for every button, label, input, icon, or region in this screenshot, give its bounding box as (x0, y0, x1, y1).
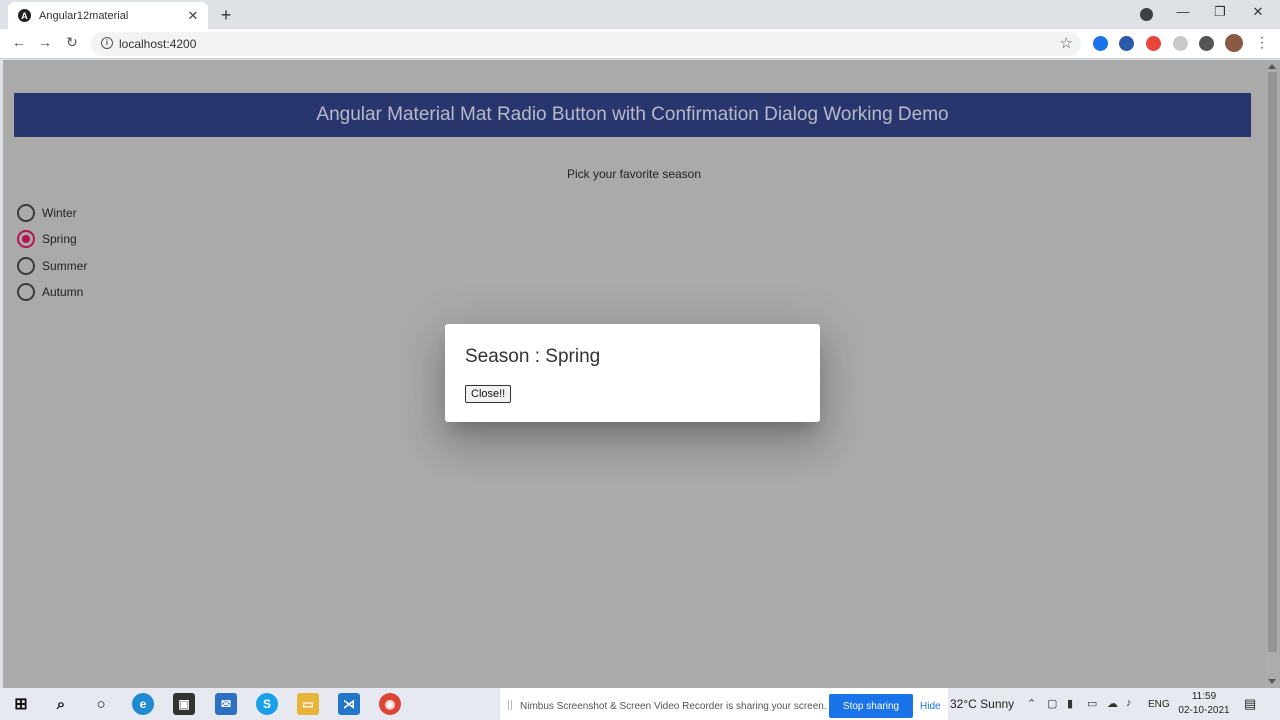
mail-icon[interactable]: ✉ (215, 693, 237, 715)
browser-menu-icon[interactable]: ⋮ (1255, 34, 1269, 51)
radio-label[interactable]: Autumn (42, 285, 83, 299)
radio-label[interactable]: Spring (42, 232, 77, 246)
system-clock[interactable]: 11:59 02-10-2021 (1175, 690, 1233, 718)
language-indicator[interactable]: ENG (1148, 699, 1170, 710)
radio-selected-dot (22, 235, 30, 244)
site-info-icon[interactable]: i (101, 37, 113, 49)
scroll-down-icon[interactable] (1268, 679, 1276, 684)
screen-sharing-bar: Nimbus Screenshot & Screen Video Recorde… (500, 688, 948, 720)
edge-icon[interactable]: e (132, 693, 154, 715)
notifications-icon[interactable]: ▤ (1244, 696, 1256, 712)
drag-handle-icon[interactable] (508, 700, 512, 710)
volume-icon[interactable]: ♪ (1126, 697, 1132, 709)
extension-icon[interactable] (1093, 36, 1108, 51)
tray-chevron-icon[interactable]: ⌃ (1027, 697, 1036, 710)
season-radio-group: Winter Spring Summer Autumn (17, 200, 87, 305)
restore-icon[interactable]: ❐ (1210, 4, 1230, 20)
page-scrollbar[interactable] (1265, 60, 1280, 688)
tab-close-icon[interactable]: ✕ (186, 8, 200, 24)
dialog-title: Season : Spring (465, 346, 601, 367)
browser-tab[interactable]: A Angular12material ✕ (8, 2, 208, 29)
dialog-close-button[interactable]: Close!! (465, 385, 512, 403)
radio-option-summer[interactable]: Summer (17, 253, 87, 279)
extension-icon[interactable] (1146, 36, 1161, 51)
browser-tab-strip: A Angular12material ✕ + — ❐ ✕ (0, 0, 1280, 29)
extension-icon[interactable] (1173, 36, 1188, 51)
radio-option-spring[interactable]: Spring (17, 226, 87, 252)
radio-label[interactable]: Winter (42, 206, 77, 220)
new-tab-icon[interactable]: + (218, 5, 234, 26)
window-close-icon[interactable]: ✕ (1248, 4, 1268, 20)
confirmation-dialog: Season : Spring Close!! (445, 324, 820, 422)
store-icon[interactable]: ▣ (173, 693, 195, 715)
stop-sharing-button[interactable]: Stop sharing (829, 694, 913, 718)
skype-icon[interactable]: S (256, 693, 278, 715)
search-icon[interactable]: ⌕ (50, 693, 72, 715)
angular-favicon-icon: A (18, 9, 31, 22)
microphone-icon[interactable]: ▮ (1067, 697, 1073, 710)
radio-option-autumn[interactable]: Autumn (17, 279, 87, 305)
battery-icon[interactable]: ▭ (1087, 697, 1097, 710)
windows-start-icon[interactable]: ⊞ (10, 693, 32, 715)
vscode-icon[interactable]: ⋊ (338, 693, 360, 715)
tab-search-icon[interactable] (1140, 8, 1153, 21)
address-bar[interactable]: i localhost:4200 ☆ (91, 32, 1081, 56)
page-banner: Angular Material Mat Radio Button with C… (14, 93, 1251, 137)
radio-circle[interactable] (17, 256, 35, 275)
hide-sharing-link[interactable]: Hide (920, 701, 941, 712)
radio-label[interactable]: Summer (42, 259, 87, 273)
browser-toolbar: ← → ↻ i localhost:4200 ☆ ⋮ (0, 29, 1280, 59)
tab-title: Angular12material (39, 9, 129, 22)
bookmark-star-icon[interactable]: ☆ (1060, 34, 1073, 52)
minimize-icon[interactable]: — (1173, 4, 1193, 19)
scroll-up-icon[interactable] (1268, 64, 1276, 69)
radio-option-winter[interactable]: Winter (17, 200, 87, 226)
radio-circle[interactable] (17, 283, 35, 302)
windows-taskbar: ⊞ ⌕ ○ e ▣ ✉ S ▭ ⋊ ◉ Nimbus Screenshot & … (0, 688, 1280, 720)
radio-group-prompt: Pick your favorite season (566, 167, 702, 181)
clock-date: 02-10-2021 (1178, 705, 1230, 716)
chrome-icon[interactable]: ◉ (379, 693, 401, 715)
radio-circle[interactable] (17, 204, 35, 223)
profile-avatar[interactable] (1225, 34, 1243, 52)
forward-icon[interactable]: → (36, 34, 54, 50)
extension-icon[interactable] (1119, 36, 1134, 51)
weather-widget[interactable]: 32°C Sunny (950, 697, 1014, 711)
radio-circle-checked[interactable] (17, 230, 35, 249)
clock-time: 11:59 (1191, 691, 1217, 702)
cortana-icon[interactable]: ○ (90, 693, 112, 715)
address-url[interactable]: localhost:4200 (119, 37, 196, 51)
sharing-notice: Nimbus Screenshot & Screen Video Recorde… (520, 701, 827, 712)
onedrive-icon[interactable]: ☁ (1107, 697, 1118, 710)
file-explorer-icon[interactable]: ▭ (297, 693, 319, 715)
extensions-puzzle-icon[interactable] (1199, 36, 1214, 51)
reload-icon[interactable]: ↻ (63, 34, 81, 51)
back-icon[interactable]: ← (10, 34, 28, 50)
scroll-thumb[interactable] (1268, 72, 1277, 652)
tray-app-icon[interactable]: ▢ (1047, 697, 1057, 710)
page-viewport: Angular Material Mat Radio Button with C… (3, 60, 1265, 688)
